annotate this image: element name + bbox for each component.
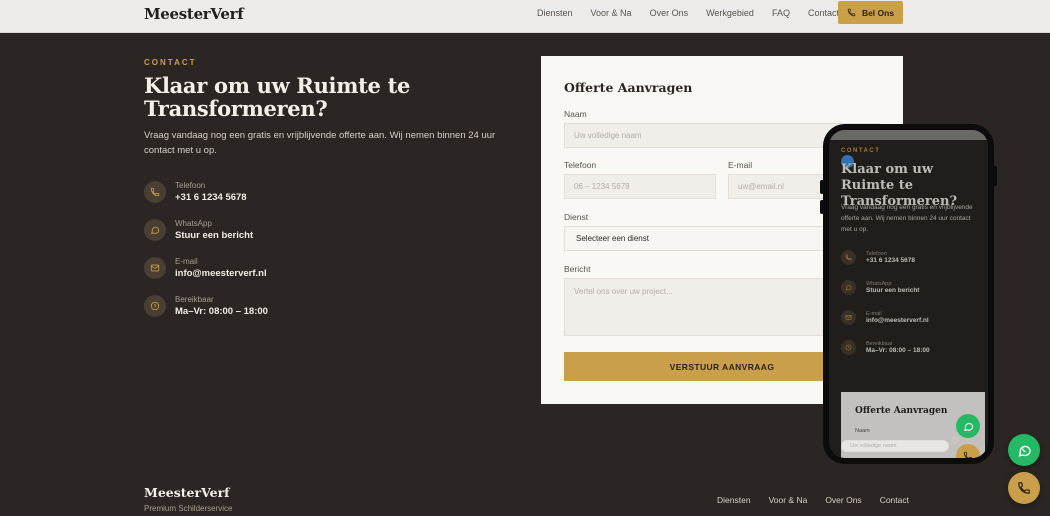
mobile-screen: CONTACT Klaar om uw Ruimte te Transforme… [829, 130, 988, 458]
nav-werkgebied[interactable]: Werkgebied [706, 8, 754, 18]
contact-item-value: Ma–Vr: 08:00 – 18:00 [175, 306, 268, 317]
message-label: Bericht [564, 264, 591, 274]
footer-nav-diensten[interactable]: Diensten [717, 495, 751, 505]
contact-item-value: Stuur een bericht [175, 230, 254, 241]
phone-icon [847, 8, 856, 17]
contact-item-value: info@meesterverf.nl [175, 268, 267, 279]
call-button[interactable]: Bel Ons [838, 1, 903, 24]
contact-item-label: E-mail [175, 257, 198, 266]
mobile-whatsapp-button [956, 414, 980, 438]
email-label: E-mail [728, 160, 753, 170]
section-headline: Klaar om uw Ruimte te Transformeren? [144, 73, 411, 121]
phone-icon [963, 451, 973, 458]
form-title: Offerte Aanvragen [564, 80, 693, 95]
nav-over-ons[interactable]: Over Ons [650, 8, 689, 18]
name-label: Naam [564, 109, 587, 119]
nav-diensten[interactable]: Diensten [537, 8, 573, 18]
mobile-dim-overlay [829, 130, 988, 458]
mail-icon [150, 264, 160, 272]
phone-icon [1018, 482, 1030, 494]
whatsapp-icon [1018, 445, 1031, 457]
call-button-label: Bel Ons [861, 7, 895, 18]
section-eyebrow: CONTACT [144, 58, 197, 67]
phone-icon [150, 187, 160, 197]
contact-item-whatsapp[interactable]: WhatsApp Stuur een bericht [144, 219, 253, 241]
service-label: Dienst [564, 212, 589, 222]
whatsapp-float-button[interactable] [1008, 434, 1040, 466]
contact-item-email[interactable]: E-mail info@meesterverf.nl [144, 257, 267, 279]
nav-voor-na[interactable]: Voor & Na [591, 8, 632, 18]
phone-power-button [992, 166, 997, 186]
phone-label: Telefoon [564, 160, 597, 170]
site-header: MeesterVerf Diensten Voor & Na Over Ons … [0, 0, 1050, 33]
contact-item-hours: Bereikbaar Ma–Vr: 08:00 – 18:00 [144, 295, 268, 317]
heart-icon: ♡ [951, 436, 960, 446]
footer-nav-contact[interactable]: Contact [880, 495, 909, 505]
main-nav: Diensten Voor & Na Over Ons Werkgebied F… [537, 8, 857, 18]
contact-item-label: Telefoon [175, 181, 206, 190]
mobile-name-input: Uw volledige naam [841, 440, 949, 452]
whatsapp-icon [963, 422, 973, 431]
footer-tagline: Premium Schilderservice [144, 504, 233, 513]
mobile-preview: CONTACT Klaar om uw Ruimte te Transforme… [820, 124, 997, 464]
call-float-button[interactable] [1008, 472, 1040, 504]
contact-item-label: Bereikbaar [175, 295, 214, 304]
phone-side-button [820, 200, 824, 214]
phone-input[interactable]: 06 – 1234 5678 [564, 174, 716, 199]
contact-item-label: WhatsApp [175, 219, 212, 228]
footer-nav-over-ons[interactable]: Over Ons [825, 495, 861, 505]
clock-icon [150, 301, 160, 311]
nav-faq[interactable]: FAQ [772, 8, 790, 18]
nav-contact[interactable]: Contact [808, 8, 839, 18]
section-lead: Vraag vandaag nog een gratis en vrijblij… [144, 130, 496, 156]
phone-side-button [820, 180, 824, 194]
footer-logo[interactable]: MeesterVerf [144, 485, 230, 500]
contact-item-value: +31 6 1234 5678 [175, 192, 247, 203]
logo[interactable]: MeesterVerf [144, 5, 244, 23]
footer-nav-voor-na[interactable]: Voor & Na [769, 495, 808, 505]
contact-item-phone[interactable]: Telefoon +31 6 1234 5678 [144, 181, 247, 203]
chat-icon [151, 226, 160, 235]
footer-nav: Diensten Voor & Na Over Ons Contact [717, 495, 927, 505]
